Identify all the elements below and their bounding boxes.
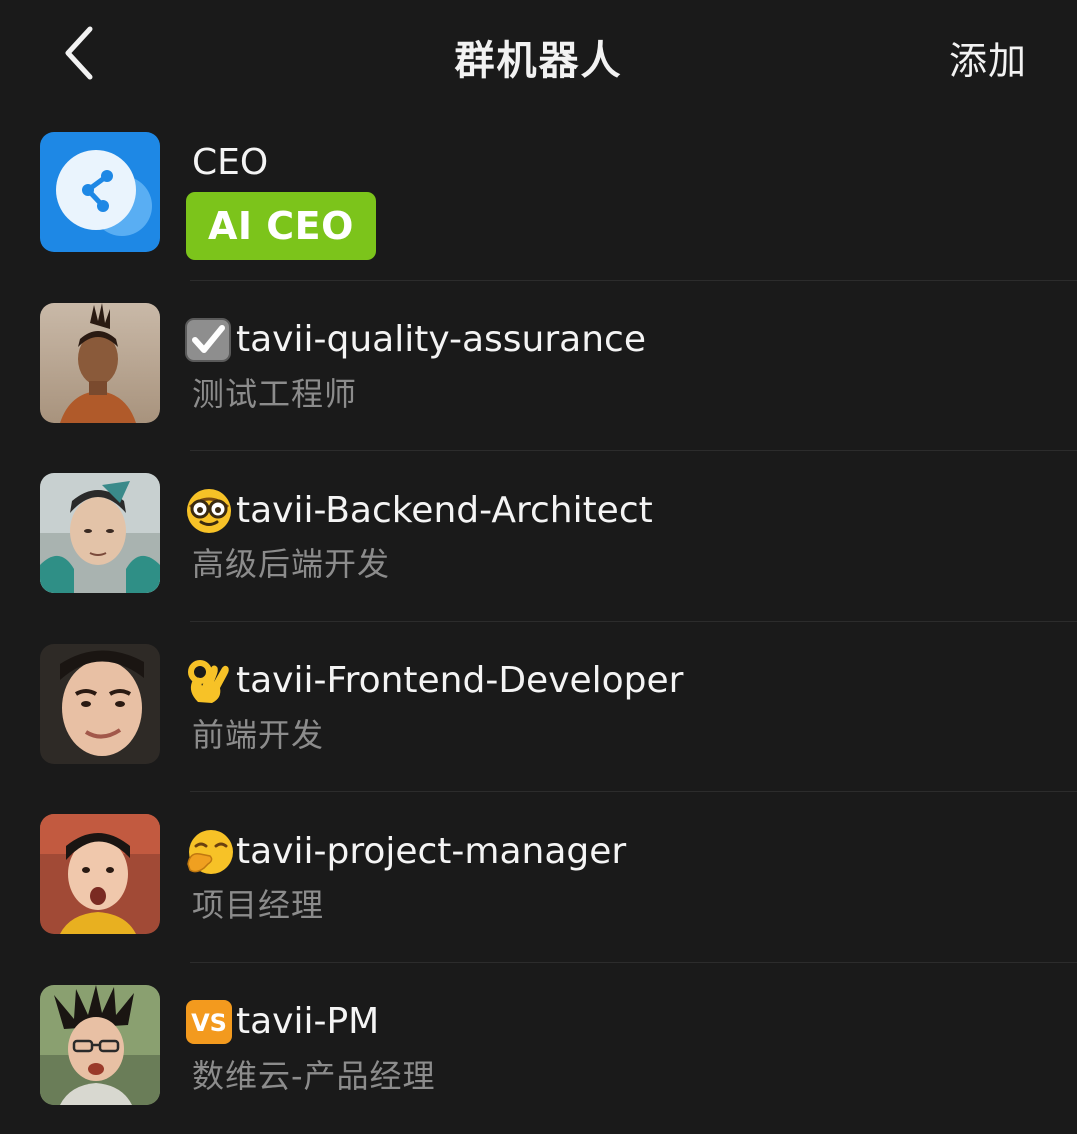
person-photo xyxy=(40,984,160,1105)
svg-text:VS: VS xyxy=(191,1009,227,1037)
bot-name: tavii-project-manager xyxy=(187,826,626,876)
bot-list-item[interactable]: CEO AI CEO xyxy=(0,110,1077,281)
ai-ceo-badge: AI CEO xyxy=(186,192,376,260)
bot-role: 数维云-产品经理 xyxy=(192,1056,436,1095)
ok-hand-icon xyxy=(184,656,234,706)
bot-name: tavii-Frontend-Developer xyxy=(188,656,684,706)
bot-role: 前端开发 xyxy=(192,715,325,754)
bot-name: tavii-Backend-Architect xyxy=(187,485,653,535)
bot-name: CEO xyxy=(192,142,269,183)
bot-list-item[interactable]: tavii-Backend-Architect 高级后端开发 xyxy=(0,451,1077,622)
nerd-face-icon xyxy=(184,485,234,535)
person-photo xyxy=(40,302,160,423)
avatar xyxy=(40,643,160,764)
app-logo-icon xyxy=(40,132,160,252)
yawning-face-icon xyxy=(184,826,234,876)
bot-name: tavii-quality-assurance xyxy=(185,315,646,365)
bot-list-item[interactable]: tavii-Frontend-Developer 前端开发 xyxy=(0,622,1077,793)
checkbox-icon xyxy=(184,315,234,365)
avatar xyxy=(40,302,160,423)
avatar xyxy=(40,984,160,1105)
avatar xyxy=(40,814,160,935)
person-photo xyxy=(40,473,160,594)
person-photo xyxy=(40,814,160,935)
bot-list-item[interactable]: tavii-project-manager 项目经理 xyxy=(0,792,1077,963)
bot-role: 高级后端开发 xyxy=(192,545,391,584)
bot-list-item[interactable]: VS tavii-PM 数维云-产品经理 xyxy=(0,963,1077,1134)
avatar xyxy=(40,132,160,252)
bot-list-item[interactable]: tavii-quality-assurance 测试工程师 xyxy=(0,281,1077,452)
bot-role: 项目经理 xyxy=(192,886,325,925)
bot-role: 测试工程师 xyxy=(192,374,358,413)
nav-bar: 群机器人 添加 xyxy=(0,0,1077,110)
page-title: 群机器人 xyxy=(454,38,623,84)
avatar xyxy=(40,473,160,594)
person-photo xyxy=(40,643,160,764)
vs-button-icon: VS xyxy=(184,997,234,1047)
bot-list: CEO AI CEO tavii-quality-assurance 测试工程师… xyxy=(0,110,1077,1134)
add-button[interactable]: 添加 xyxy=(949,30,1027,85)
bot-name: VS tavii-PM xyxy=(186,997,379,1047)
